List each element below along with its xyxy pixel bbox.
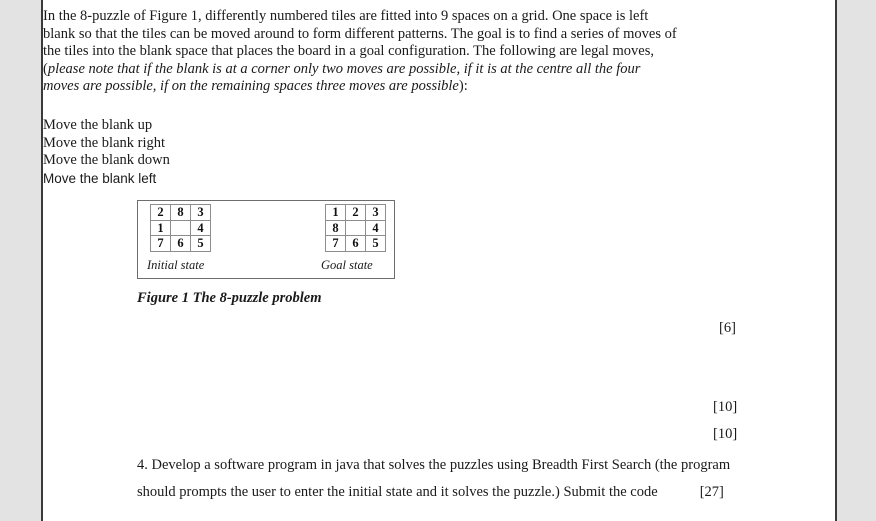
initial-state-grid: 2 8 3 1 4 7 6 5 (150, 204, 211, 252)
tile-cell: 3 (365, 204, 386, 221)
goal-state-caption: Goal state (321, 258, 373, 272)
table-row: 1 2 3 (325, 204, 386, 221)
move-item-down: Move the blank down (43, 152, 170, 169)
mark-allocation-10-second: [10] (713, 426, 738, 442)
table-row: 2 8 3 (150, 204, 211, 221)
table-row: 7 6 5 (150, 235, 211, 252)
right-page-margin (837, 0, 876, 521)
legal-moves-list: Move the blank up Move the blank right M… (43, 117, 443, 187)
tile-cell: 7 (150, 235, 171, 252)
mark-allocation-10-first: [10] (713, 399, 738, 415)
tile-cell: 5 (365, 235, 386, 252)
document-page: In the 8-puzzle of Figure 1, differently… (41, 0, 837, 521)
question-4-line-2: should prompts the user to enter the ini… (137, 484, 658, 500)
figure-1-box: 2 8 3 1 4 7 6 5 1 2 3 8 4 7 6 5 Initial … (137, 200, 395, 279)
question-4-line-2-wrapper: should prompts the user to enter the ini… (137, 479, 782, 506)
tile-cell: 4 (365, 219, 386, 236)
tile-cell-blank (345, 219, 366, 236)
move-item-right: Move the blank right (43, 134, 166, 151)
tile-cell: 8 (325, 219, 346, 236)
mark-allocation-27: [27] (699, 484, 724, 500)
intro-text-italic: please note that if the blank is at a co… (43, 60, 641, 95)
tile-cell: 1 (325, 204, 346, 221)
tile-cell: 3 (190, 204, 211, 221)
tile-cell: 1 (150, 219, 171, 236)
tile-cell: 6 (345, 235, 366, 252)
question-4-line-1: 4. Develop a software program in java th… (137, 457, 731, 473)
intro-paragraph: In the 8-puzzle of Figure 1, differently… (43, 8, 679, 96)
tile-cell: 4 (190, 219, 211, 236)
tile-cell: 8 (170, 204, 191, 221)
table-row: 1 4 (150, 219, 211, 236)
figure-1-caption: Figure 1 The 8-puzzle problem (137, 290, 322, 306)
tile-cell: 5 (190, 235, 211, 252)
initial-state-caption: Initial state (147, 258, 205, 272)
question-4-paragraph: 4. Develop a software program in java th… (137, 452, 782, 506)
mark-allocation-6: [6] (719, 320, 736, 336)
tile-cell-blank (170, 219, 191, 236)
move-item-up: Move the blank up (43, 117, 153, 133)
goal-state-grid: 1 2 3 8 4 7 6 5 (325, 204, 386, 252)
move-item-left: Move the blank left (43, 170, 157, 186)
table-row: 8 4 (325, 219, 386, 236)
tile-cell: 2 (345, 204, 366, 221)
tile-cell: 6 (170, 235, 191, 252)
tile-cell: 2 (150, 204, 171, 221)
tile-cell: 7 (325, 235, 346, 252)
intro-text-part2: ): (458, 78, 468, 95)
left-page-margin (0, 0, 41, 521)
table-row: 7 6 5 (325, 235, 386, 252)
